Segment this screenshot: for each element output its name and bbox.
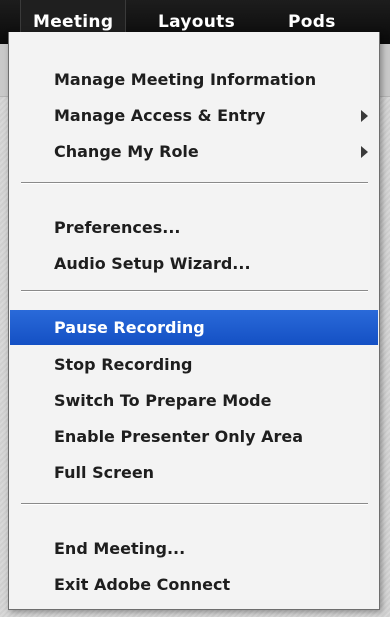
menu-item-manage-meeting-information[interactable]: Manage Meeting Information bbox=[10, 62, 378, 97]
menu-item-label: Manage Access & Entry bbox=[54, 106, 266, 125]
menu-item-audio-setup-wizard[interactable]: Audio Setup Wizard... bbox=[10, 246, 378, 281]
menu-item-preferences[interactable]: Preferences... bbox=[10, 210, 378, 245]
meeting-dropdown-menu: Manage Meeting Information Manage Access… bbox=[8, 32, 380, 610]
menu-item-full-screen[interactable]: Full Screen bbox=[10, 455, 378, 490]
chevron-right-icon bbox=[361, 110, 368, 122]
menu-item-change-my-role[interactable]: Change My Role bbox=[10, 134, 378, 169]
menu-item-label: End Meeting... bbox=[54, 539, 186, 558]
menu-item-label: Full Screen bbox=[54, 463, 155, 482]
menu-item-label: Exit Adobe Connect bbox=[54, 575, 231, 594]
menu-item-stop-recording[interactable]: Stop Recording bbox=[10, 347, 378, 382]
menu-item-label: Stop Recording bbox=[54, 355, 193, 374]
menu-item-enable-presenter-only-area[interactable]: Enable Presenter Only Area bbox=[10, 419, 378, 454]
chevron-right-icon bbox=[361, 146, 368, 158]
menu-separator bbox=[21, 290, 368, 292]
menu-item-switch-to-prepare-mode[interactable]: Switch To Prepare Mode bbox=[10, 383, 378, 418]
menu-item-label: Manage Meeting Information bbox=[54, 70, 317, 89]
menu-item-label: Enable Presenter Only Area bbox=[54, 427, 304, 446]
menu-item-pause-recording[interactable]: Pause Recording bbox=[10, 310, 378, 345]
menu-item-manage-access-entry[interactable]: Manage Access & Entry bbox=[10, 98, 378, 133]
menu-separator bbox=[21, 503, 368, 505]
menu-item-label: Switch To Prepare Mode bbox=[54, 391, 272, 410]
menu-separator bbox=[21, 182, 368, 184]
menu-item-label: Pause Recording bbox=[54, 318, 205, 337]
menu-item-end-meeting[interactable]: End Meeting... bbox=[10, 531, 378, 566]
menu-item-label: Change My Role bbox=[54, 142, 199, 161]
menu-item-exit-adobe-connect[interactable]: Exit Adobe Connect bbox=[10, 567, 378, 602]
menu-item-label: Preferences... bbox=[54, 218, 181, 237]
menu-item-label: Audio Setup Wizard... bbox=[54, 254, 251, 273]
